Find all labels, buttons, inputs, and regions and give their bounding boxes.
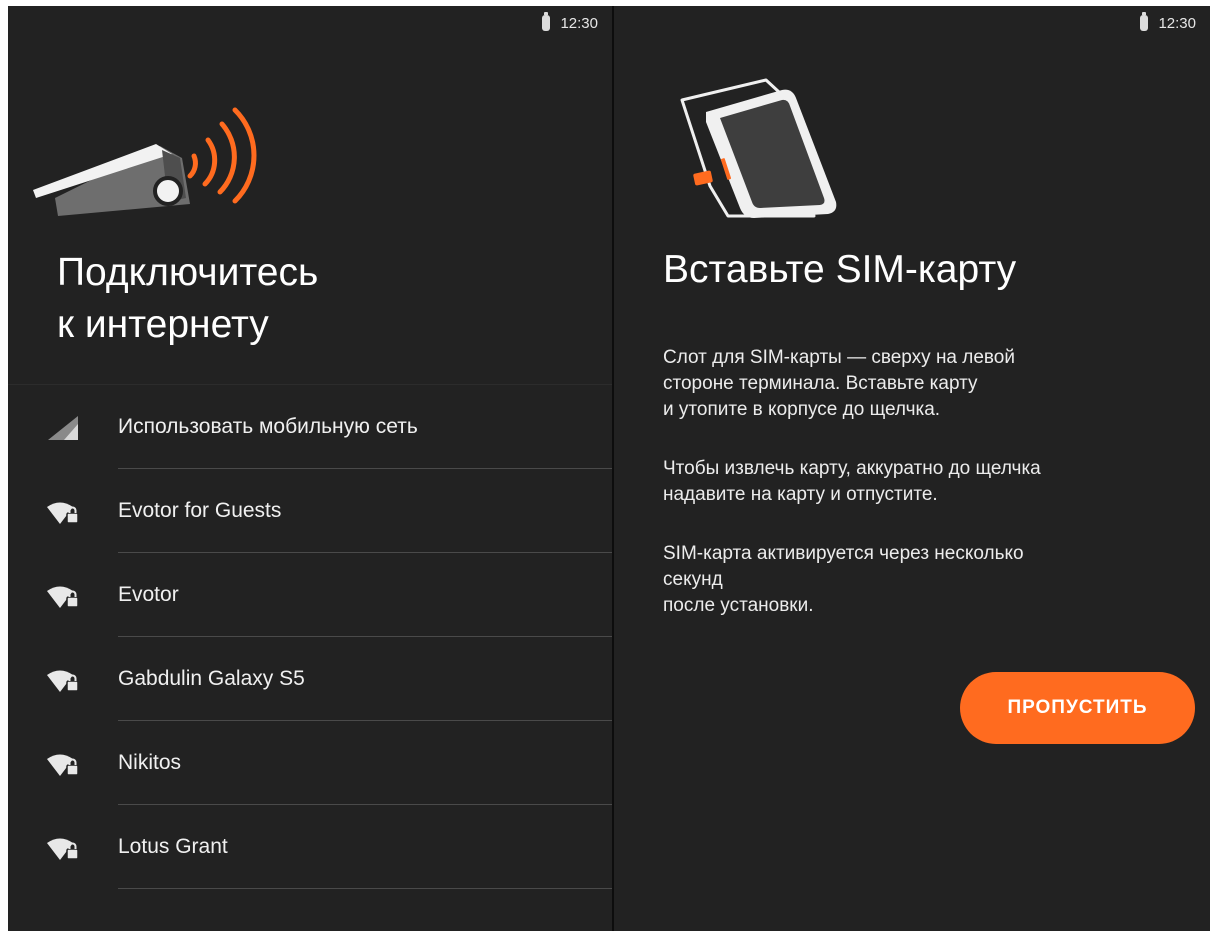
- instruction-paragraph-3: SIM-карта активируется через несколько с…: [663, 543, 1024, 616]
- status-time: 12:30: [1158, 14, 1196, 32]
- wifi-locked-icon: [47, 586, 79, 608]
- wifi-locked-icon: [47, 754, 79, 776]
- cellular-signal-icon: [48, 416, 78, 440]
- network-label: Evotor for Guests: [118, 499, 282, 522]
- status-bar: 12:30: [542, 12, 598, 34]
- status-time: 12:30: [560, 14, 598, 32]
- divider: [118, 888, 612, 889]
- instruction-paragraph-2: Чтобы извлечь карту, аккуратно до щелчка…: [663, 458, 1041, 505]
- battery-icon: [542, 12, 551, 31]
- network-item[interactable]: Gabdulin Galaxy S5: [8, 637, 612, 721]
- sim-card-screen: 12:30 Вставьте SIM-карту Слот для SIM-ка…: [614, 6, 1210, 931]
- network-label: Использовать мобильную сеть: [118, 415, 418, 438]
- network-list: Использовать мобильную сеть Evotor for G…: [8, 384, 612, 889]
- network-item[interactable]: Nikitos: [8, 721, 612, 805]
- network-label: Nikitos: [118, 751, 182, 774]
- network-item[interactable]: Evotor for Guests: [8, 469, 612, 553]
- instruction-paragraph-1: Слот для SIM-карты — сверху на левой сто…: [663, 347, 1015, 420]
- status-bar: 12:30: [1140, 12, 1196, 34]
- network-item-mobile[interactable]: Использовать мобильную сеть: [8, 385, 612, 469]
- wireless-terminal-illustration: [33, 107, 257, 216]
- network-label: Gabdulin Galaxy S5: [118, 667, 305, 690]
- page-title: Вставьте SIM-карту: [663, 248, 1017, 291]
- sim-card-terminal-illustration: [680, 78, 837, 219]
- skip-button[interactable]: ПРОПУСТИТЬ: [960, 672, 1195, 744]
- wifi-locked-icon: [47, 670, 79, 692]
- battery-icon: [1140, 12, 1149, 31]
- network-item[interactable]: Lotus Grant: [8, 805, 612, 889]
- page-title: Подключитесь к интернету: [57, 247, 318, 351]
- network-label: Lotus Grant: [118, 835, 228, 858]
- network-label: Evotor: [118, 583, 179, 606]
- title-line-2: к интернету: [57, 303, 269, 346]
- wifi-locked-icon: [47, 838, 79, 860]
- wifi-locked-icon: [47, 502, 79, 524]
- wifi-setup-screen: 12:30 Подключитесь к интернету Использов…: [8, 6, 612, 931]
- network-item[interactable]: Evotor: [8, 553, 612, 637]
- title-line-1: Подключитесь: [57, 251, 319, 294]
